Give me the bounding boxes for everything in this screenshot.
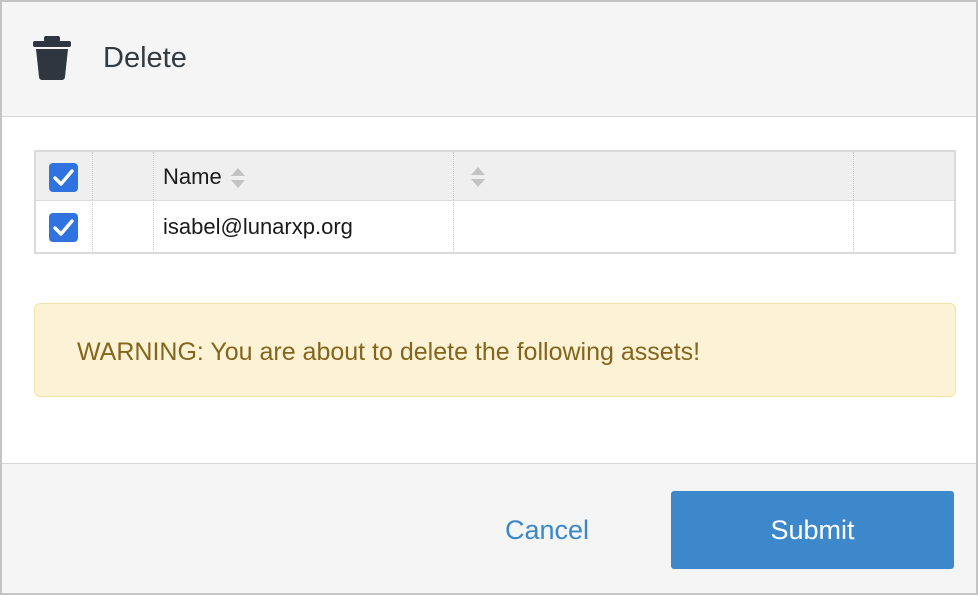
row-checkbox[interactable] — [49, 213, 78, 242]
row-name-cell: isabel@lunarxp.org — [154, 202, 454, 251]
column-header-filler — [854, 152, 954, 200]
dialog-header: Delete — [2, 2, 976, 117]
warning-text: WARNING: You are about to delete the fol… — [77, 338, 701, 366]
submit-button[interactable]: Submit — [671, 491, 954, 569]
row-select-cell — [36, 202, 93, 251]
asset-name: isabel@lunarxp.org — [163, 214, 353, 239]
delete-dialog: Delete Name isabel@lunarxp.org WARNING: … — [0, 0, 978, 595]
trash-icon — [32, 35, 72, 81]
cancel-button[interactable]: Cancel — [472, 492, 622, 568]
table-header-row: Name — [36, 152, 954, 201]
sort-icon[interactable] — [468, 164, 488, 195]
warning-alert: WARNING: You are about to delete the fol… — [34, 303, 956, 397]
select-all-checkbox[interactable] — [49, 163, 78, 192]
dialog-footer: Cancel Submit — [2, 463, 976, 593]
row-extra-cell — [454, 202, 854, 251]
column-header-blank — [93, 152, 154, 200]
column-header-name[interactable]: Name — [154, 152, 454, 200]
table-row[interactable]: isabel@lunarxp.org — [36, 202, 954, 251]
dialog-title: Delete — [103, 42, 187, 74]
select-column-header — [36, 152, 93, 200]
sort-icon[interactable] — [228, 165, 248, 191]
assets-table: Name isabel@lunarxp.org — [34, 150, 956, 254]
column-header-name-label: Name — [163, 164, 222, 189]
column-header-unnamed[interactable] — [454, 152, 854, 200]
row-blank-cell — [93, 202, 154, 251]
row-filler-cell — [854, 202, 954, 251]
